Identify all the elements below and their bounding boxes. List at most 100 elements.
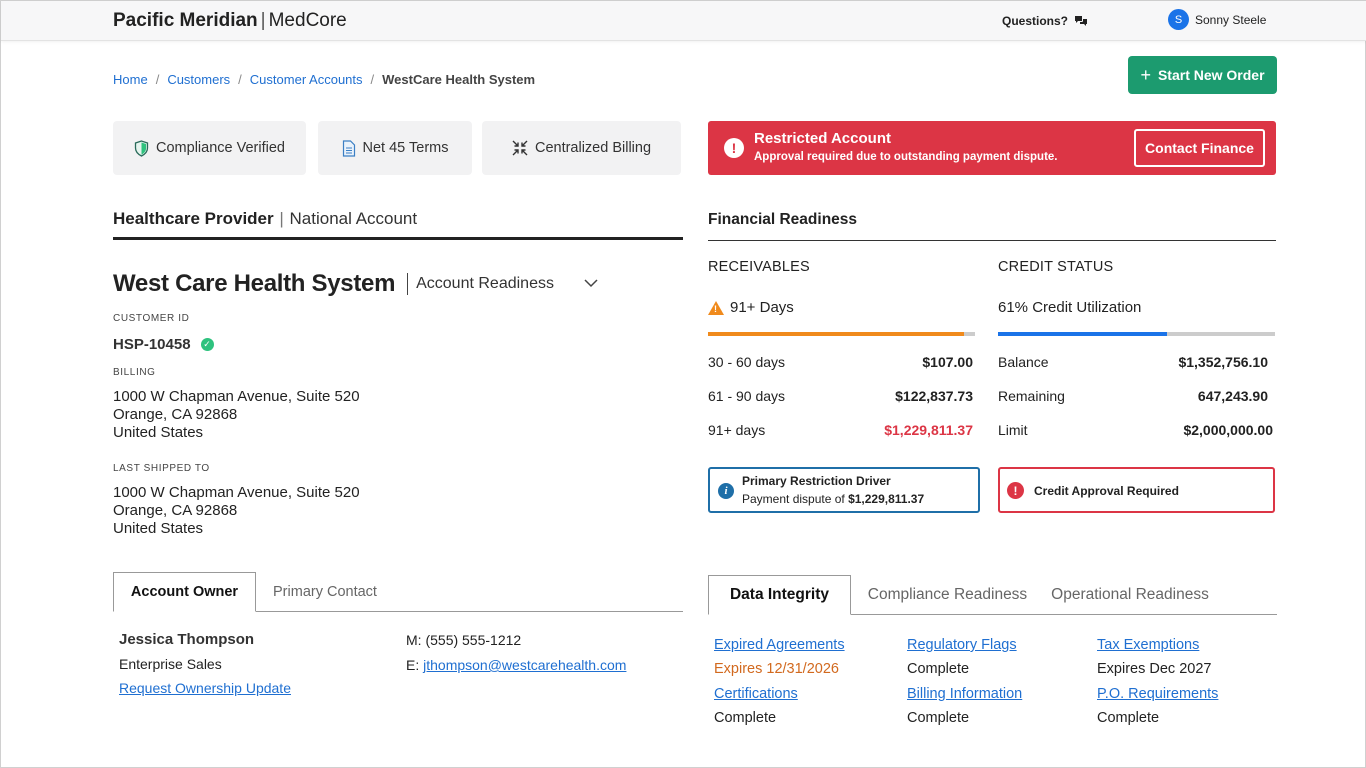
credit-row-value: 647,243.90 bbox=[1197, 388, 1268, 404]
contact-finance-button[interactable]: Contact Finance bbox=[1134, 129, 1265, 167]
plus-icon: + bbox=[1140, 64, 1151, 85]
brand-primary: Pacific Meridian bbox=[113, 10, 258, 31]
chevron-down-icon[interactable] bbox=[583, 277, 599, 289]
email-label: E: bbox=[406, 657, 420, 673]
compliance-badge: Compliance Verified bbox=[113, 121, 306, 175]
receivables-status-text: 91+ Days bbox=[730, 299, 794, 316]
tax-exemptions-status: Expires Dec 2027 bbox=[1097, 661, 1212, 677]
compliance-label: Compliance Verified bbox=[156, 140, 285, 156]
certifications-status: Complete bbox=[714, 710, 777, 726]
tab-data-integrity[interactable]: Data Integrity bbox=[708, 575, 851, 615]
shipped-address: 1000 W Chapman Avenue, Suite 520 Orange,… bbox=[113, 484, 360, 538]
brand-secondary: MedCore bbox=[268, 10, 347, 31]
breadcrumb-home[interactable]: Home bbox=[113, 72, 148, 87]
billing-address: 1000 W Chapman Avenue, Suite 520 Orange,… bbox=[113, 388, 360, 442]
credit-progress-fill bbox=[998, 332, 1167, 336]
info-icon: i bbox=[718, 483, 734, 499]
account-section-header: Healthcare Provider | National Account bbox=[113, 209, 683, 240]
merge-arrows-icon bbox=[512, 140, 528, 156]
restricted-message: Approval required due to outstanding pay… bbox=[754, 151, 1058, 163]
document-icon bbox=[342, 139, 355, 157]
email-link[interactable]: jthompson@westcarehealth.com bbox=[423, 657, 626, 673]
receivables-progress-bar bbox=[708, 332, 975, 336]
tax-exemptions-link[interactable]: Tax Exemptions bbox=[1097, 637, 1199, 653]
restriction-driver-amount: $1,229,811.37 bbox=[848, 492, 925, 506]
receivables-progress-fill bbox=[708, 332, 965, 336]
financial-readiness-title: Financial Readiness bbox=[708, 211, 1276, 241]
account-name: West Care Health System bbox=[113, 270, 396, 297]
breadcrumb-separator: / bbox=[155, 72, 160, 87]
account-type: National Account bbox=[289, 209, 418, 228]
breadcrumb-separator: / bbox=[370, 72, 375, 87]
terms-label: Net 45 Terms bbox=[362, 140, 449, 156]
questions-label: Questions? bbox=[1002, 14, 1069, 28]
provider-type: Healthcare Provider bbox=[113, 209, 274, 228]
customer-id-value: HSP-10458 bbox=[113, 336, 191, 353]
breadcrumb: Home / Customers / Customer Accounts / W… bbox=[113, 72, 535, 87]
regulatory-flags-link[interactable]: Regulatory Flags bbox=[907, 637, 1017, 653]
credit-row-label: Remaining bbox=[998, 388, 1065, 404]
phone-value: (555) 555-1212 bbox=[425, 632, 522, 648]
chat-bubbles-icon bbox=[1075, 15, 1088, 26]
billing-badge: Centralized Billing bbox=[482, 121, 681, 175]
billing-information-link[interactable]: Billing Information bbox=[907, 686, 1022, 702]
receivables-row-value: $107.00 bbox=[922, 354, 973, 370]
tab-primary-contact[interactable]: Primary Contact bbox=[256, 572, 394, 612]
owner-role: Enterprise Sales bbox=[119, 656, 222, 672]
breadcrumb-customer-accounts[interactable]: Customer Accounts bbox=[250, 72, 363, 87]
receivables-row-label: 91+ days bbox=[708, 422, 766, 438]
breadcrumb-customers[interactable]: Customers bbox=[167, 72, 230, 87]
questions-link[interactable]: Questions? bbox=[1002, 14, 1088, 28]
title-divider bbox=[407, 273, 409, 295]
billing-address-line: Orange, CA 92868 bbox=[113, 406, 238, 423]
billing-information-status: Complete bbox=[907, 710, 970, 726]
customer-id: HSP-10458 ✓ bbox=[113, 336, 214, 353]
regulatory-flags-status: Complete bbox=[907, 661, 970, 677]
receivables-row-label: 61 - 90 days bbox=[708, 388, 786, 404]
po-requirements-link[interactable]: P.O. Requirements bbox=[1097, 686, 1218, 702]
brand-logo[interactable]: Pacific Meridian | MedCore bbox=[113, 10, 347, 32]
restricted-account-banner: ! Restricted Account Approval required d… bbox=[708, 121, 1276, 175]
credit-row-label: Balance bbox=[998, 354, 1049, 370]
certifications-link[interactable]: Certifications bbox=[714, 686, 798, 702]
request-ownership-update-link[interactable]: Request Ownership Update bbox=[119, 680, 291, 696]
owner-name: Jessica Thompson bbox=[119, 631, 255, 648]
tab-operational-readiness[interactable]: Operational Readiness bbox=[1044, 575, 1216, 615]
expired-agreements-link[interactable]: Expired Agreements bbox=[714, 637, 845, 653]
credit-approval-alert: ! Credit Approval Required bbox=[998, 467, 1275, 513]
shipped-address-line: United States bbox=[113, 520, 204, 537]
owner-email: E: jthompson@westcarehealth.com bbox=[406, 657, 626, 673]
restriction-driver-box: i Primary Restriction Driver Payment dis… bbox=[708, 467, 980, 513]
warning-icon: ! bbox=[708, 300, 724, 315]
header-separator: | bbox=[279, 209, 284, 228]
readiness-tabs: Data Integrity Compliance Readiness Oper… bbox=[708, 575, 1277, 615]
last-shipped-label: LAST SHIPPED TO bbox=[113, 463, 210, 474]
shipped-address-line: Orange, CA 92868 bbox=[113, 502, 238, 519]
start-order-label: Start New Order bbox=[1157, 67, 1265, 83]
exclamation-icon: ! bbox=[1007, 482, 1024, 499]
tab-compliance-readiness[interactable]: Compliance Readiness bbox=[851, 575, 1044, 615]
top-bar: Pacific Meridian | MedCore Questions? S So… bbox=[1, 1, 1366, 41]
view-selector[interactable]: Account Readiness bbox=[416, 275, 554, 293]
start-new-order-button[interactable]: + Start New Order bbox=[1128, 56, 1277, 94]
breadcrumb-current: WestCare Health System bbox=[382, 72, 536, 87]
restricted-title: Restricted Account bbox=[754, 130, 891, 147]
credit-row-label: Limit bbox=[998, 422, 1028, 438]
breadcrumb-separator: / bbox=[238, 72, 242, 87]
account-title: West Care Health System Account Readines… bbox=[113, 270, 554, 298]
user-menu[interactable]: S Sonny Steele bbox=[1168, 9, 1266, 30]
po-requirements-status: Complete bbox=[1097, 710, 1160, 726]
avatar: S bbox=[1168, 9, 1189, 30]
billing-label: BILLING bbox=[113, 367, 156, 378]
tab-account-owner[interactable]: Account Owner bbox=[113, 572, 256, 612]
owner-phone: M: (555) 555-1212 bbox=[406, 632, 521, 648]
terms-badge: Net 45 Terms bbox=[318, 121, 472, 175]
billing-label: Centralized Billing bbox=[534, 140, 652, 156]
user-name: Sonny Steele bbox=[1195, 12, 1267, 27]
credit-utilization-text: 61% Credit Utilization bbox=[998, 299, 1142, 316]
expired-agreements-status: Expires 12/31/2026 bbox=[714, 661, 839, 677]
phone-label: M: bbox=[406, 632, 422, 648]
receivables-title: RECEIVABLES bbox=[708, 259, 810, 275]
receivables-row-value-overdue: $1,229,811.37 bbox=[884, 422, 973, 438]
credit-status: 61% Credit Utilization bbox=[998, 299, 1141, 316]
